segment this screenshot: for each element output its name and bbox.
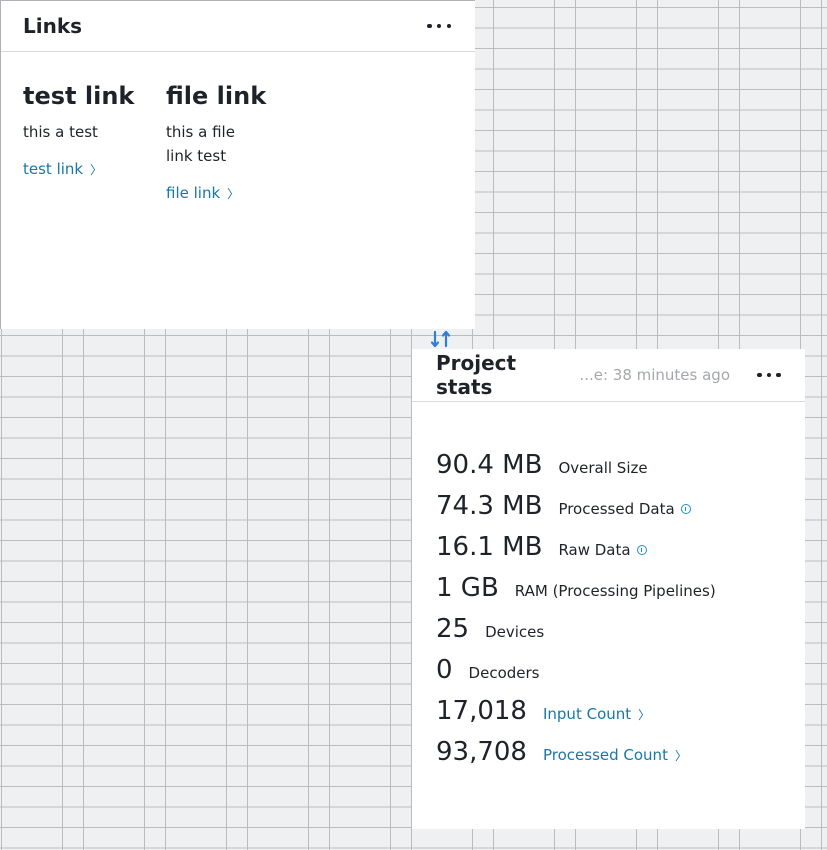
stat-row-processed-data: 74.3 MB Processed Data	[436, 491, 805, 532]
stat-row-devices: 25 Devices	[436, 614, 805, 655]
links-list: test link this a test test link 〉 file li…	[1, 52, 475, 202]
stat-label: Decoders	[468, 664, 540, 682]
link-item-title: test link	[23, 82, 135, 110]
stat-label: Overall Size	[558, 459, 648, 477]
stat-value: 0	[436, 655, 453, 685]
link-item: test link this a test test link 〉	[23, 52, 166, 202]
input-count-label[interactable]: Input Count	[543, 705, 631, 723]
stat-value: 74.3 MB	[436, 491, 543, 521]
link-item: file link this a file link test file lin…	[166, 52, 309, 202]
info-icon[interactable]	[636, 545, 647, 555]
test-link-label[interactable]: test link	[23, 160, 83, 178]
file-link-label[interactable]: file link	[166, 184, 220, 202]
stat-label: Processed Data	[558, 500, 675, 518]
stat-row-input-count: 17,018 Input Count 〉	[436, 696, 805, 737]
project-stats-header: Project stats ...e: 38 minutes ago	[412, 349, 805, 402]
swap-arrows-icon[interactable]	[430, 330, 452, 348]
input-count-link[interactable]: Input Count 〉	[543, 705, 650, 723]
links-widget: Links test link this a test test link 〉 f…	[0, 0, 475, 329]
stats-list: 90.4 MB Overall Size 74.3 MB Processed D…	[412, 402, 805, 778]
last-updated-text: ...e: 38 minutes ago	[579, 366, 731, 384]
project-stats-title: Project stats	[436, 351, 517, 399]
stat-value: 16.1 MB	[436, 532, 543, 562]
stat-value: 93,708	[436, 737, 527, 767]
info-icon[interactable]	[680, 504, 691, 514]
links-widget-header: Links	[1, 1, 475, 52]
stat-row-overall-size: 90.4 MB Overall Size	[436, 450, 805, 491]
link-item-description: this a test	[23, 123, 98, 141]
chevron-right-icon: 〉	[674, 749, 687, 763]
processed-count-label[interactable]: Processed Count	[543, 746, 668, 764]
stat-value: 25	[436, 614, 470, 644]
stat-value: 1 GB	[436, 573, 499, 603]
links-more-icon[interactable]	[427, 16, 451, 36]
project-stats-widget: Project stats ...e: 38 minutes ago 90.4 …	[412, 349, 805, 829]
link-item-description: this a file link test	[166, 123, 235, 165]
stat-row-ram: 1 GB RAM (Processing Pipelines)	[436, 573, 805, 614]
chevron-right-icon: 〉	[227, 187, 240, 201]
stat-label: Raw Data	[558, 541, 631, 559]
link-item-title: file link	[166, 82, 267, 110]
stat-value: 90.4 MB	[436, 450, 543, 480]
chevron-right-icon: 〉	[638, 708, 651, 722]
stat-row-raw-data: 16.1 MB Raw Data	[436, 532, 805, 573]
stat-row-decoders: 0 Decoders	[436, 655, 805, 696]
links-widget-title: Links	[23, 14, 83, 38]
stat-label: RAM (Processing Pipelines)	[514, 582, 716, 600]
test-link[interactable]: test link 〉	[23, 160, 102, 178]
stat-value: 17,018	[436, 696, 527, 726]
stat-row-processed-count: 93,708 Processed Count 〉	[436, 737, 805, 778]
file-link[interactable]: file link 〉	[166, 184, 239, 202]
stat-label: Devices	[485, 623, 545, 641]
stats-more-icon[interactable]	[757, 365, 781, 385]
chevron-right-icon: 〉	[90, 163, 103, 177]
processed-count-link[interactable]: Processed Count 〉	[543, 746, 687, 764]
